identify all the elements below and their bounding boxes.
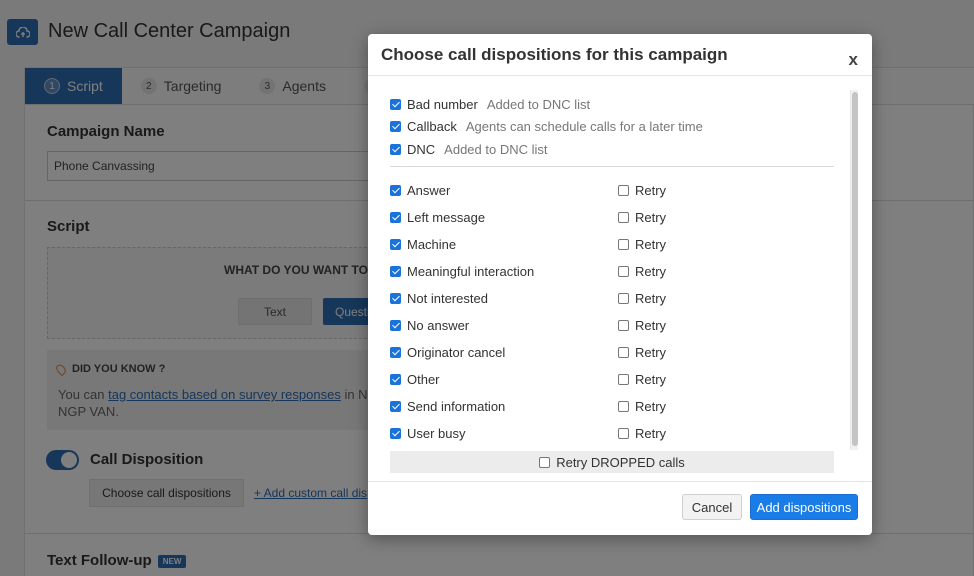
- disposition-name: Other: [407, 371, 440, 387]
- disposition-desc: Added to DNC list: [486, 96, 591, 112]
- checkbox[interactable]: [390, 238, 401, 250]
- retry-option: Retry: [618, 236, 666, 252]
- retry-option: Retry: [618, 344, 666, 360]
- retry-label: Retry: [635, 290, 667, 306]
- disposition-desc: Agents can schedule calls for a later ti…: [465, 118, 703, 134]
- system-disposition-bad-number: Bad number Added to DNC list: [390, 96, 590, 112]
- checkbox[interactable]: [390, 319, 401, 331]
- add-dispositions-button[interactable]: Add dispositions: [750, 494, 858, 520]
- retry-label: Retry: [635, 209, 667, 225]
- disposition-name: Left message: [407, 209, 486, 225]
- dispositions-modal: Choose call dispositions for this campai…: [368, 34, 872, 535]
- checkbox[interactable]: [390, 373, 401, 385]
- modal-title: Choose call dispositions for this campai…: [381, 45, 728, 64]
- section-divider: [390, 166, 834, 167]
- retry-option: Retry: [618, 398, 666, 414]
- retry-checkbox[interactable]: [618, 427, 629, 439]
- retry-option: Retry: [618, 263, 666, 279]
- disposition-name: Not interested: [407, 290, 488, 306]
- retry-label: Retry: [635, 425, 667, 441]
- retry-option: Retry: [618, 290, 666, 306]
- retry-option: Retry: [618, 182, 666, 198]
- disposition-row: Send information: [390, 398, 505, 414]
- retry-option: Retry: [618, 209, 666, 225]
- disposition-row: Not interested: [390, 290, 488, 306]
- retry-option: Retry: [618, 425, 666, 441]
- disposition-row: User busy: [390, 425, 466, 441]
- retry-checkbox[interactable]: [618, 292, 629, 304]
- disposition-name: Send information: [407, 398, 506, 414]
- disposition-name: User busy: [407, 425, 466, 441]
- checkbox[interactable]: [390, 120, 401, 132]
- checkbox[interactable]: [390, 98, 401, 110]
- retry-dropped-label: Retry DROPPED calls: [556, 454, 685, 470]
- retry-label: Retry: [635, 182, 667, 198]
- disposition-row: Answer: [390, 182, 450, 198]
- retry-option: Retry: [618, 371, 666, 387]
- system-disposition-dnc: DNC Added to DNC list: [390, 141, 548, 157]
- retry-dropped-option: Retry DROPPED calls: [539, 455, 685, 470]
- disposition-name: No answer: [407, 317, 470, 333]
- disposition-name: Machine: [407, 236, 457, 252]
- checkbox[interactable]: [390, 346, 401, 358]
- disposition-row: No answer: [390, 317, 469, 333]
- checkbox[interactable]: [390, 427, 401, 439]
- disposition-row: Meaningful interaction: [390, 263, 534, 279]
- disposition-row: Other: [390, 371, 440, 387]
- retry-dropped-checkbox[interactable]: [539, 456, 551, 468]
- modal-body: Bad number Added to DNC list Callback Ag…: [368, 76, 872, 473]
- scrollbar-thumb[interactable]: [852, 92, 858, 446]
- retry-label: Retry: [635, 344, 667, 360]
- checkbox[interactable]: [390, 292, 401, 304]
- retry-label: Retry: [635, 236, 667, 252]
- retry-checkbox[interactable]: [618, 184, 629, 196]
- disposition-name: Callback: [407, 118, 457, 134]
- retry-label: Retry: [635, 371, 667, 387]
- retry-checkbox[interactable]: [618, 265, 629, 277]
- retry-checkbox[interactable]: [618, 346, 629, 358]
- checkbox[interactable]: [390, 184, 401, 196]
- retry-option: Retry: [618, 317, 666, 333]
- checkbox[interactable]: [390, 400, 401, 412]
- retry-dropped-box: Retry DROPPED calls: [390, 451, 834, 473]
- disposition-row: Left message: [390, 209, 485, 225]
- retry-label: Retry: [635, 263, 667, 279]
- disposition-name: Meaningful interaction: [407, 263, 535, 279]
- disposition-name: Bad number: [407, 96, 478, 112]
- cancel-button[interactable]: Cancel: [682, 494, 742, 520]
- retry-label: Retry: [635, 398, 667, 414]
- retry-checkbox[interactable]: [618, 211, 629, 223]
- disposition-row: Originator cancel: [390, 344, 505, 360]
- retry-checkbox[interactable]: [618, 400, 629, 412]
- disposition-name: Answer: [407, 182, 451, 198]
- modal-header: Choose call dispositions for this campai…: [368, 34, 872, 76]
- retry-label: Retry: [635, 317, 667, 333]
- checkbox[interactable]: [390, 265, 401, 277]
- system-disposition-callback: Callback Agents can schedule calls for a…: [390, 118, 703, 134]
- disposition-row: Machine: [390, 236, 456, 252]
- checkbox[interactable]: [390, 211, 401, 223]
- retry-checkbox[interactable]: [618, 373, 629, 385]
- disposition-desc: Added to DNC list: [444, 141, 548, 157]
- retry-checkbox[interactable]: [618, 238, 629, 250]
- checkbox[interactable]: [390, 143, 401, 155]
- disposition-name: Originator cancel: [407, 344, 506, 360]
- modal-scrollbar[interactable]: [850, 90, 858, 450]
- disposition-name: DNC: [407, 141, 436, 157]
- retry-checkbox[interactable]: [618, 319, 629, 331]
- close-icon[interactable]: x: [849, 51, 858, 68]
